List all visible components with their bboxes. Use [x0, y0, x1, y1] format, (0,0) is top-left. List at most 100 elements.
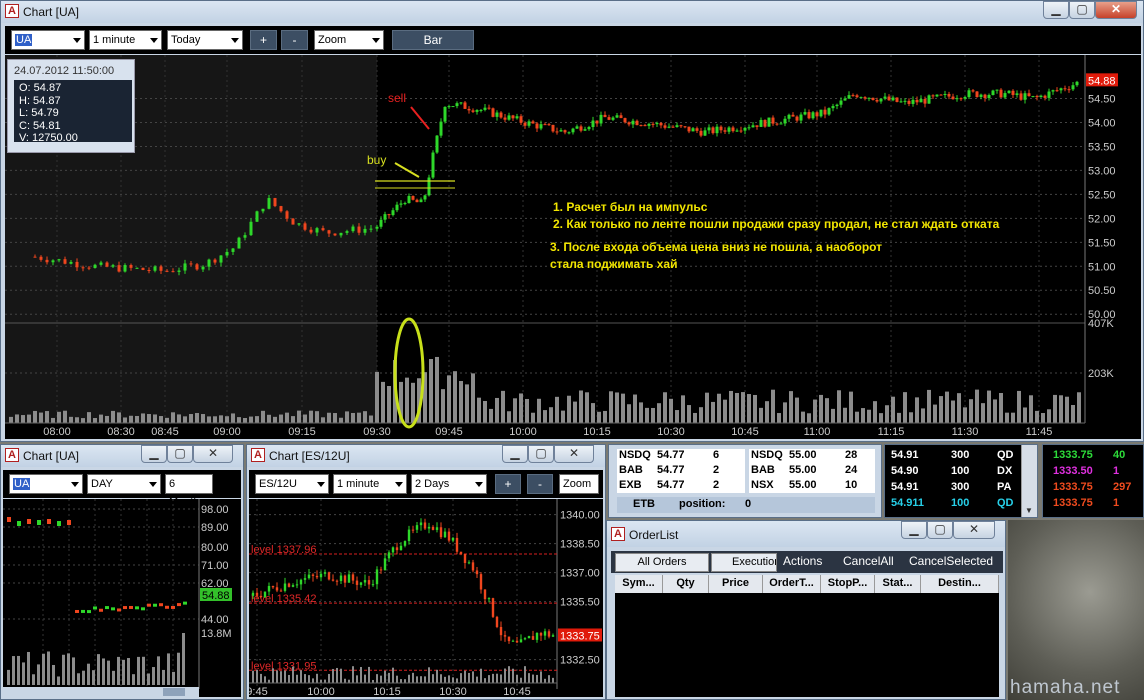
- zoom-in-button[interactable]: +: [250, 30, 277, 50]
- candle-body: [105, 606, 109, 610]
- main-chart-titlebar: A Chart [UA] ▁ ▢ ✕: [1, 1, 1143, 23]
- range-select[interactable]: 2 Days: [411, 474, 487, 494]
- orderlist-column-header[interactable]: Stat...: [875, 575, 921, 593]
- candle-body: [299, 579, 303, 585]
- zoom-in-button[interactable]: +: [495, 474, 521, 494]
- window-title: Chart [UA]: [23, 5, 80, 19]
- candle-body: [327, 230, 331, 234]
- zoom-select[interactable]: Zoom: [314, 30, 384, 50]
- daily-plot-area[interactable]: 98.00 89.00 80.00 71.00 62.00 44.00 54.88 13.8M: [3, 499, 241, 697]
- interval-select[interactable]: 1 minute: [333, 474, 407, 494]
- volume-bar: [432, 674, 434, 683]
- orderlist-column-header[interactable]: StopP...: [821, 575, 875, 593]
- candle-body: [1011, 90, 1015, 95]
- volume-bar: [177, 652, 180, 685]
- candle-body: [165, 605, 169, 609]
- scrollbar[interactable]: ▼: [1021, 445, 1037, 517]
- position-value: 0: [745, 498, 752, 510]
- candle-body: [603, 114, 607, 118]
- route-label: ETB: [633, 498, 655, 510]
- bid-row[interactable]: EXB 54.77 2: [617, 479, 745, 492]
- interval-select[interactable]: 1 minute: [89, 30, 162, 50]
- volume-bar: [504, 668, 506, 683]
- close-icon[interactable]: ✕: [193, 445, 233, 463]
- maximize-icon[interactable]: ▢: [1069, 1, 1095, 19]
- volume-bar: [428, 667, 430, 683]
- daily-chart-window: A Chart [UA] ▁ ▢ ✕ UA DAY 6 Months 98.00…: [0, 444, 244, 700]
- bid-row[interactable]: BAB 54.77 2: [617, 464, 745, 477]
- volume-bar: [444, 676, 446, 683]
- symbol-select[interactable]: UA: [11, 30, 85, 50]
- candle-body: [307, 574, 311, 579]
- bar-type-button[interactable]: Bar: [392, 30, 474, 50]
- interval-select[interactable]: DAY: [87, 474, 161, 494]
- candle-body: [583, 129, 587, 131]
- bid-row[interactable]: NSDQ 54.77 6: [617, 449, 745, 462]
- orderlist-column-header[interactable]: Destin...: [921, 575, 999, 593]
- ask-row[interactable]: NSX 55.00 10: [749, 479, 875, 492]
- close-icon[interactable]: ✕: [1095, 1, 1137, 19]
- volume-bar: [891, 396, 895, 423]
- orderlist-column-header[interactable]: Price: [709, 575, 763, 593]
- zoom-out-button[interactable]: -: [527, 474, 553, 494]
- candle-body: [619, 115, 623, 119]
- tab-all-orders[interactable]: All Orders: [615, 553, 709, 572]
- orderlist-column-header[interactable]: Sym...: [615, 575, 663, 593]
- sell-arrow: [410, 106, 430, 130]
- orderlist-column-header[interactable]: OrderT...: [763, 575, 821, 593]
- main-plot-area[interactable]: 54.50 54.00 53.50 53.00 52.50 52.00 51.50 51.00…: [5, 55, 1141, 439]
- volume-bar: [675, 410, 679, 423]
- scroll-down-icon[interactable]: ▼: [1025, 506, 1033, 515]
- candle-body: [987, 94, 991, 99]
- minimize-icon[interactable]: ▁: [1043, 1, 1069, 19]
- minimize-icon[interactable]: ▁: [141, 445, 167, 463]
- candle-body: [663, 125, 667, 128]
- candle-body: [1027, 93, 1031, 97]
- candle-body: [93, 264, 97, 269]
- ask-row[interactable]: NSDQ 55.00 28: [749, 449, 875, 462]
- symbol-select[interactable]: UA: [9, 474, 83, 494]
- minimize-icon[interactable]: ▁: [901, 521, 927, 539]
- maximize-icon[interactable]: ▢: [528, 445, 554, 463]
- range-select[interactable]: Today: [167, 30, 243, 50]
- tape-exchange: PA: [997, 481, 1012, 493]
- volume-bar: [771, 389, 775, 423]
- cancel-selected-button[interactable]: CancelSelected: [909, 554, 993, 568]
- candle-body: [1043, 95, 1047, 98]
- candle-body: [311, 574, 315, 576]
- candle-body: [779, 123, 783, 125]
- minimize-icon[interactable]: ▁: [502, 445, 528, 463]
- maximize-icon[interactable]: ▢: [167, 445, 193, 463]
- volume-bar: [453, 371, 457, 423]
- tape-size: 100: [951, 465, 970, 477]
- cancel-all-button[interactable]: CancelAll: [843, 554, 894, 568]
- maximize-icon[interactable]: ▢: [927, 521, 953, 539]
- close-icon[interactable]: ✕: [953, 521, 995, 539]
- zoom-out-button[interactable]: -: [281, 30, 308, 50]
- orderlist-column-header[interactable]: Qty: [663, 575, 709, 593]
- candle-body: [511, 115, 515, 119]
- volume-bar: [327, 412, 331, 423]
- close-icon[interactable]: ✕: [554, 445, 594, 463]
- candle-body: [671, 126, 675, 128]
- symbol-select[interactable]: ES/12U: [255, 474, 329, 494]
- volume-bar: [388, 672, 390, 683]
- volume-bar: [182, 633, 185, 685]
- candle-body: [771, 117, 775, 124]
- ask-row[interactable]: BAB 55.00 24: [749, 464, 875, 477]
- candle-body: [447, 106, 451, 108]
- actions-button[interactable]: Actions: [783, 554, 822, 568]
- tab-execution[interactable]: Execution: [711, 553, 777, 572]
- candle-body: [555, 131, 559, 133]
- es-plot-area[interactable]: 1340.00 1338.50 1337.00 1335.50 1332.50 level…: [249, 499, 603, 697]
- range-select[interactable]: 6 Months: [165, 474, 213, 508]
- volume-bar: [276, 670, 278, 683]
- volume-bar: [488, 675, 490, 683]
- volume-bar: [795, 397, 799, 423]
- zoom-select[interactable]: Zoom: [559, 474, 599, 494]
- level-label: level 1337.96: [251, 544, 316, 556]
- volume-bar: [47, 651, 50, 685]
- tape-size: 100: [951, 497, 970, 509]
- volume-bar: [22, 662, 25, 685]
- candle-body: [363, 228, 367, 233]
